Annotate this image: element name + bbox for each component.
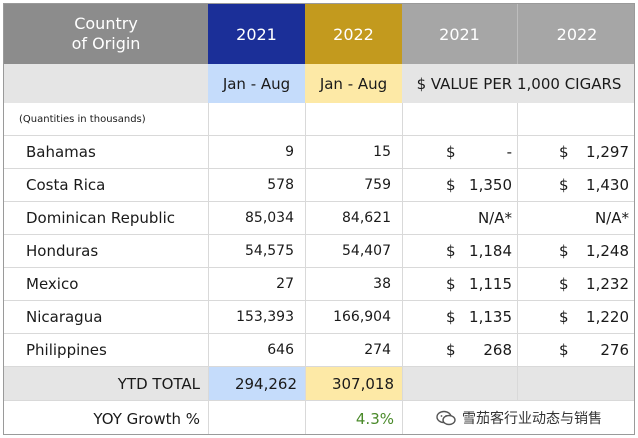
quantity-2022: 15	[373, 144, 391, 160]
quantity-2022: 38	[373, 276, 391, 292]
quantity-2021: 646	[267, 342, 294, 358]
yoy-growth-percent: 4.3%	[355, 409, 394, 428]
value-2022: 1,297	[586, 143, 629, 161]
quantity-2022: 84,621	[342, 210, 391, 226]
ytd-total-2022: 307,018	[305, 367, 402, 400]
watermark: 雪茄客行业动态与销售	[436, 406, 602, 430]
quantity-2021: 27	[276, 276, 294, 292]
value-2022: 276	[600, 341, 629, 359]
header-origin-line1: Country	[74, 14, 138, 33]
dollar-sign-2022: $	[559, 143, 569, 161]
quantity-2022: 54,407	[342, 243, 391, 259]
quantity-2021: 153,393	[236, 309, 294, 325]
country-name: Bahamas	[26, 143, 96, 161]
subheader-period-2022: Jan - Aug	[305, 64, 402, 103]
yoy-growth-label: YOY Growth %	[4, 401, 208, 434]
dollar-sign-2021: $	[446, 143, 456, 161]
value-2022: 1,232	[586, 275, 629, 293]
dollar-sign-2021: $	[446, 176, 456, 194]
ytd-total-2021: 294,262	[208, 367, 305, 400]
quantity-2021: 578	[267, 177, 294, 193]
value-2022: N/A*	[594, 209, 629, 227]
country-name: Mexico	[26, 275, 79, 293]
dollar-sign-2022: $	[559, 242, 569, 260]
header-2021-value: 2021	[402, 4, 517, 64]
subheader-value-title: $ VALUE PER 1,000 CIGARS	[402, 64, 634, 103]
subheader-period-2021: Jan - Aug	[208, 64, 305, 103]
value-2021: 268	[483, 341, 512, 359]
quantity-2021: 85,034	[245, 210, 294, 226]
header-2022-label: 2022	[333, 24, 374, 44]
quantity-2021: 54,575	[245, 243, 294, 259]
grid-line	[402, 103, 403, 434]
quantity-2022: 274	[364, 342, 391, 358]
quantities-note-text: (Quantities in thousands)	[19, 113, 146, 125]
ytd-total-label: YTD TOTAL	[4, 367, 208, 400]
value-2022: 1,248	[586, 242, 629, 260]
yoy-growth-text: YOY Growth %	[93, 409, 200, 428]
header-2021-label: 2021	[236, 24, 277, 44]
grid-line	[517, 103, 518, 400]
dollar-sign-2021: $	[446, 308, 456, 326]
value-2021: 1,184	[469, 242, 512, 260]
header-country-of-origin: Country of Origin	[4, 4, 208, 64]
period-2021-label: Jan - Aug	[222, 74, 291, 93]
value-2021: 1,115	[469, 275, 512, 293]
header-2022: 2022	[305, 4, 402, 64]
header-origin-line2: of Origin	[71, 34, 141, 53]
dollar-sign-2021: $	[446, 275, 456, 293]
value-2021: N/A*	[477, 209, 512, 227]
header-2021-value-label: 2021	[439, 24, 480, 44]
country-name: Dominican Republic	[26, 209, 176, 227]
ytd-total-text: YTD TOTAL	[117, 374, 200, 393]
yoy-growth-value: 4.3%	[305, 401, 402, 434]
country-name: Costa Rica	[26, 176, 106, 194]
ytd-total-2021-value: 294,262	[234, 374, 297, 393]
quantities-note: (Quantities in thousands)	[4, 103, 208, 135]
value-2021: -	[506, 143, 512, 161]
value-2022: 1,220	[586, 308, 629, 326]
dollar-sign-2022: $	[559, 341, 569, 359]
value-2021: 1,350	[469, 176, 512, 194]
value-title-label: $ VALUE PER 1,000 CIGARS	[416, 74, 622, 93]
value-2021: 1,135	[469, 308, 512, 326]
header-2022-value-label: 2022	[556, 24, 598, 44]
country-name: Honduras	[26, 242, 99, 260]
cigar-import-table: Country of Origin 2021 2022 2021 2022 Ja…	[3, 3, 635, 435]
watermark-text: 雪茄客行业动态与销售	[462, 411, 602, 427]
quantity-2022: 166,904	[333, 309, 391, 325]
wechat-icon	[436, 410, 456, 426]
header-2021: 2021	[208, 4, 305, 64]
dollar-sign-2022: $	[559, 176, 569, 194]
dollar-sign-2021: $	[446, 341, 456, 359]
quantity-2021: 9	[285, 144, 294, 160]
ytd-total-2022-value: 307,018	[331, 374, 394, 393]
value-2022: 1,430	[586, 176, 629, 194]
dollar-sign-2022: $	[559, 275, 569, 293]
header-2022-value: 2022	[517, 4, 634, 64]
country-name: Nicaragua	[26, 308, 103, 326]
dollar-sign-2021: $	[446, 242, 456, 260]
period-2022-label: Jan - Aug	[319, 74, 388, 93]
country-name: Philippines	[26, 341, 107, 359]
subheader-blank	[4, 64, 208, 103]
dollar-sign-2022: $	[559, 308, 569, 326]
quantity-2022: 759	[364, 177, 391, 193]
